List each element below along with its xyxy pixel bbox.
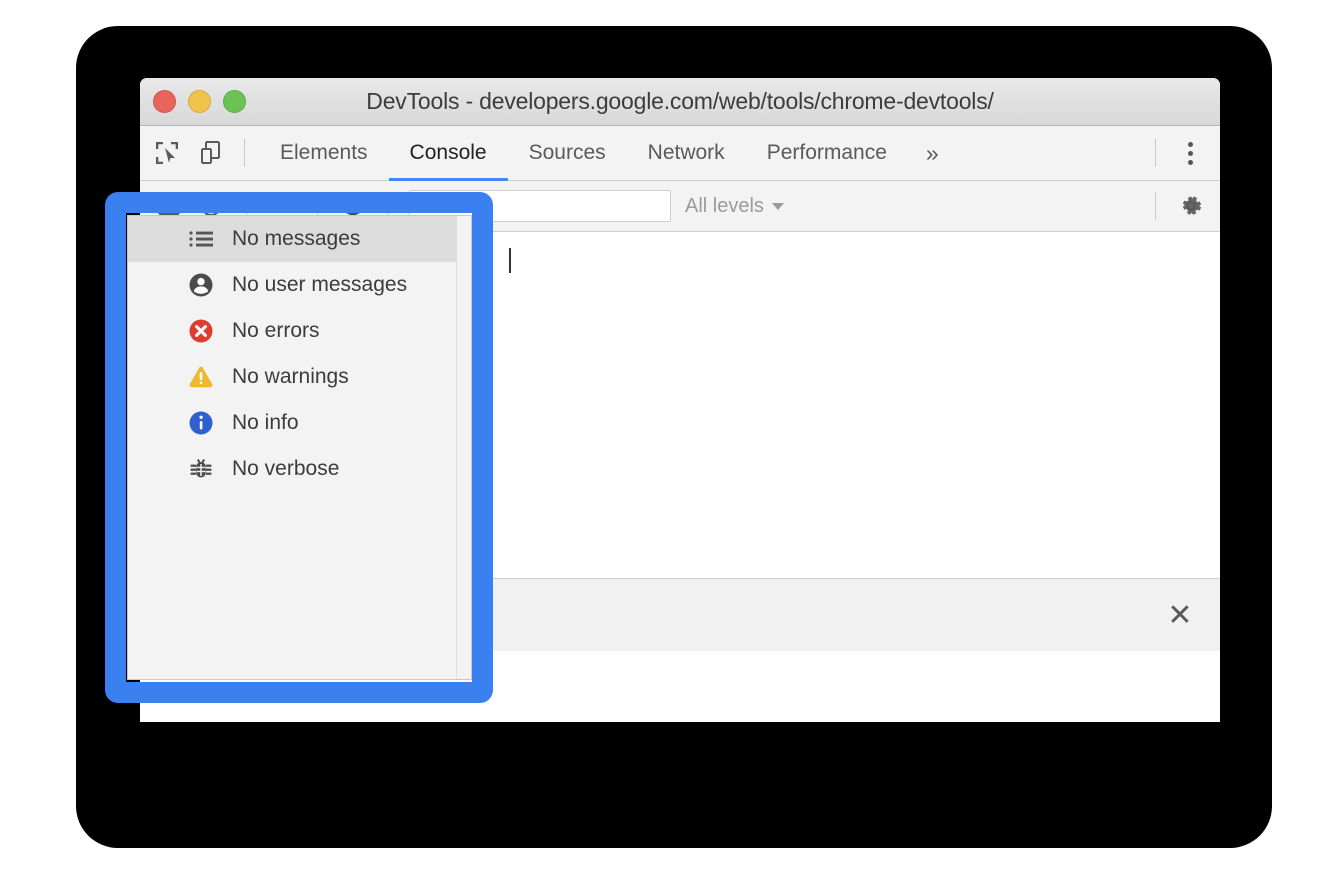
sidebar-item-label: No user messages <box>232 273 408 296</box>
info-icon <box>186 408 216 438</box>
window-titlebar: DevTools - developers.google.com/web/too… <box>140 78 1220 126</box>
list-icon <box>186 224 216 254</box>
tab-network[interactable]: Network <box>627 126 746 180</box>
tab-label: Elements <box>280 141 368 164</box>
sidebar-scrollbar[interactable] <box>456 216 471 679</box>
kebab-menu-icon[interactable] <box>1170 133 1210 173</box>
sidebar-item-label: No info <box>232 411 299 434</box>
inspect-element-icon[interactable] <box>148 134 186 172</box>
log-levels-label: All levels <box>685 194 764 217</box>
console-prompt-cursor <box>509 248 511 273</box>
devtools-tabstrip: Elements Console Sources Network Perform… <box>140 126 1220 181</box>
tab-label: Sources <box>528 141 606 164</box>
panel-tabs: Elements Console Sources Network Perform… <box>259 126 957 181</box>
traffic-lights <box>153 90 246 113</box>
bug-icon <box>186 454 216 484</box>
console-sidebar-panel: No messages No user messages No errors N… <box>127 215 472 680</box>
sidebar-item-no-errors[interactable]: No errors <box>128 308 471 354</box>
sidebar-item-no-user-messages[interactable]: No user messages <box>128 262 471 308</box>
chevron-down-icon <box>771 202 784 210</box>
tab-performance[interactable]: Performance <box>746 126 908 180</box>
tabstrip-divider <box>244 139 245 167</box>
sidebar-item-no-verbose[interactable]: No verbose <box>128 446 471 492</box>
close-window-button[interactable] <box>153 90 176 113</box>
warning-icon <box>186 362 216 392</box>
sidebar-item-no-messages[interactable]: No messages <box>128 216 471 262</box>
error-icon <box>186 316 216 346</box>
tab-label: Network <box>647 141 725 164</box>
user-icon <box>186 270 216 300</box>
sidebar-item-label: No errors <box>232 319 320 342</box>
minimize-window-button[interactable] <box>188 90 211 113</box>
close-icon[interactable]: ✕ <box>1160 595 1200 635</box>
sidebar-item-no-info[interactable]: No info <box>128 400 471 446</box>
sidebar-item-label: No verbose <box>232 457 340 480</box>
tabstrip-right-divider <box>1155 139 1156 167</box>
tab-label: Console <box>409 141 487 164</box>
tab-label: Performance <box>766 141 887 164</box>
tab-console[interactable]: Console <box>388 126 508 181</box>
device-toolbar-icon[interactable] <box>194 134 232 172</box>
sidebar-item-label: No messages <box>232 227 361 250</box>
tabstrip-right-group <box>1141 126 1220 180</box>
tab-sources[interactable]: Sources <box>508 126 627 180</box>
window-title: DevTools - developers.google.com/web/too… <box>366 88 994 114</box>
sidebar-item-label: No warnings <box>232 365 349 388</box>
log-levels-select[interactable]: All levels <box>685 195 784 218</box>
toolbar-divider-4 <box>1155 192 1156 220</box>
console-toolbar-right <box>1141 188 1212 224</box>
tab-elements[interactable]: Elements <box>259 126 389 180</box>
gear-icon[interactable] <box>1173 188 1209 224</box>
sidebar-item-no-warnings[interactable]: No warnings <box>128 354 471 400</box>
more-tabs-chevron-icon[interactable]: » <box>908 126 957 180</box>
zoom-window-button[interactable] <box>223 90 246 113</box>
